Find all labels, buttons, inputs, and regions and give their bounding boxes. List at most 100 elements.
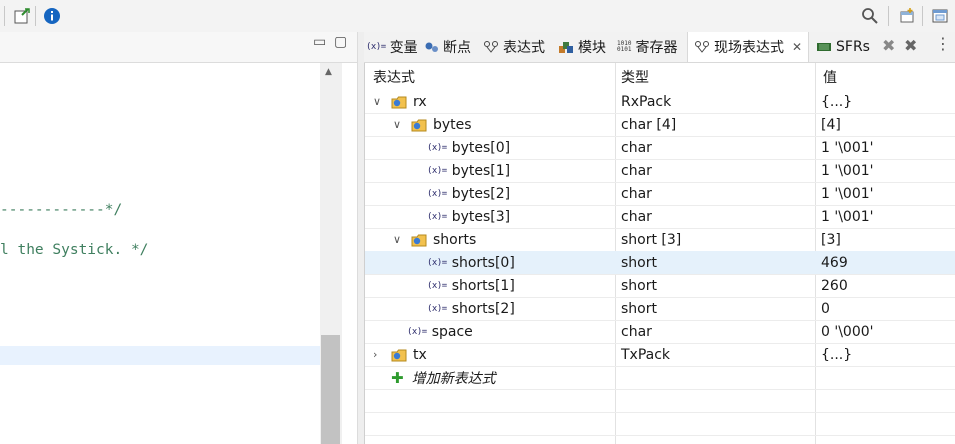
chevron-right-icon[interactable]: ›: [373, 343, 377, 366]
tree-row[interactable]: (x)= shorts[1] short 260: [365, 274, 955, 298]
tree-row[interactable]: (x)= shorts[2] short 0: [365, 297, 955, 321]
column-header-expression[interactable]: 表达式: [373, 63, 415, 90]
value-cell[interactable]: 1 '\001': [821, 182, 874, 205]
tab-label: 寄存器: [635, 40, 678, 56]
modules-icon: [558, 40, 574, 54]
window-icon[interactable]: [930, 6, 950, 26]
type-cell: char: [621, 208, 652, 225]
tree-row[interactable]: (x)= bytes[2] char 1 '\001': [365, 182, 955, 206]
variable-icon: (x)=: [427, 257, 447, 268]
type-cell: short: [621, 300, 657, 317]
search-icon[interactable]: [860, 6, 880, 26]
expression-cell: (x)= bytes[2]: [427, 182, 510, 205]
tab-label: 变量: [389, 40, 418, 56]
perspective-icon[interactable]: [897, 6, 917, 26]
column-header-type[interactable]: 类型: [621, 63, 649, 90]
tree-row[interactable]: (x)= space char 0 '\000': [365, 320, 955, 344]
code-editor[interactable]: ------------*/ l the Systick. */: [0, 63, 320, 444]
type-cell: TxPack: [621, 346, 671, 363]
chevron-down-icon[interactable]: ∨: [393, 113, 401, 136]
value-cell[interactable]: [3]: [821, 228, 841, 251]
view-menu-icon[interactable]: ⋮: [935, 34, 951, 53]
variable-icon: (x)=: [427, 211, 447, 222]
value-cell[interactable]: 1 '\001': [821, 205, 874, 228]
panel-divider[interactable]: [357, 32, 364, 444]
type-cell: short: [621, 277, 657, 294]
main-toolbar: [0, 0, 955, 33]
struct-icon: [411, 234, 427, 246]
variable-icon: (x)=: [427, 303, 447, 314]
remove-expression-icon[interactable]: ✖: [882, 36, 895, 55]
tab-modules[interactable]: 模块: [558, 32, 606, 62]
close-icon[interactable]: ✕: [792, 40, 802, 54]
tree-row[interactable]: (x)= bytes[0] char 1 '\001': [365, 136, 955, 160]
type-cell: char: [621, 139, 652, 156]
chevron-down-icon[interactable]: ∨: [373, 90, 381, 113]
expression-name: tx: [413, 346, 427, 363]
expression-name: bytes: [433, 116, 472, 133]
view-tabbar: (x)= 变量 断点 表达式 模块 1010 0101 寄存器 现场表达式 ✕ S…: [364, 32, 955, 63]
tree-row[interactable]: (x)= shorts[0] short 469: [365, 251, 955, 275]
value-cell[interactable]: {...}: [821, 343, 852, 366]
maximize-icon[interactable]: ▢: [334, 34, 347, 50]
tab-breakpoints[interactable]: 断点: [425, 32, 471, 62]
expression-name: shorts[0]: [451, 254, 515, 271]
live-expressions-table: 表达式 类型 值 ∨ rx RxPack {...} ∨ bytes char [4] [4]…: [364, 63, 955, 444]
value-cell[interactable]: [4]: [821, 113, 841, 136]
minimize-icon[interactable]: ▭: [313, 34, 326, 50]
tab-registers[interactable]: 1010 0101 寄存器: [617, 32, 677, 62]
tree-row[interactable]: ∨ bytes char [4] [4]: [365, 113, 955, 137]
info-icon[interactable]: [42, 6, 62, 26]
tab-label: 表达式: [503, 40, 545, 56]
toolbar-separator: [4, 6, 5, 26]
expression-name: rx: [413, 93, 427, 110]
value-cell[interactable]: 0: [821, 297, 830, 320]
type-cell: char: [621, 162, 652, 179]
add-expression-row[interactable]: ✚ 增加新表达式: [365, 366, 955, 390]
editor-scrollbar[interactable]: ▲: [320, 63, 342, 444]
value-cell[interactable]: 469: [821, 251, 848, 274]
value-cell[interactable]: 1 '\001': [821, 136, 874, 159]
tree-row[interactable]: ∨ rx RxPack {...}: [365, 90, 955, 114]
variable-icon: (x)=: [427, 280, 447, 291]
tab-expressions[interactable]: 表达式: [483, 32, 545, 62]
registers-icon: 1010 0101: [617, 40, 632, 53]
value-cell[interactable]: 1 '\001': [821, 159, 874, 182]
tree-row[interactable]: ∨ shorts short [3] [3]: [365, 228, 955, 252]
expression-cell: bytes: [411, 113, 472, 136]
tree-row[interactable]: › tx TxPack {...}: [365, 343, 955, 367]
tab-variables[interactable]: (x)= 变量: [366, 32, 418, 62]
toolbar-separator: [922, 6, 923, 26]
remove-all-icon[interactable]: ✖: [904, 36, 917, 55]
column-header-value[interactable]: 值: [823, 63, 837, 90]
expression-cell: (x)= shorts[2]: [427, 297, 515, 320]
expression-cell: shorts: [411, 228, 476, 251]
variable-icon: (x)=: [427, 142, 447, 153]
scrollbar-thumb[interactable]: [321, 335, 340, 444]
tree-row[interactable]: (x)= bytes[3] char 1 '\001': [365, 205, 955, 229]
value-cell[interactable]: 260: [821, 274, 848, 297]
live-expressions-icon: [694, 40, 710, 54]
expression-cell: (x)= shorts[1]: [427, 274, 515, 297]
struct-icon: [391, 96, 407, 108]
variable-icon: (x)=: [427, 165, 447, 176]
value-cell[interactable]: 0 '\000': [821, 320, 874, 343]
expression-cell: (x)= bytes[0]: [427, 136, 510, 159]
expression-name: shorts[2]: [451, 300, 515, 317]
toolbar-separator: [888, 6, 889, 26]
empty-row: [365, 412, 955, 436]
chevron-down-icon[interactable]: ∨: [393, 228, 401, 251]
type-cell: short [3]: [621, 231, 682, 248]
tree-row[interactable]: (x)= bytes[1] char 1 '\001': [365, 159, 955, 183]
tab-sfrs[interactable]: SFRs: [816, 32, 870, 62]
expression-name: bytes[0]: [451, 139, 511, 156]
pin-icon[interactable]: [12, 6, 32, 26]
value-cell[interactable]: {...}: [821, 90, 852, 113]
breakpoints-icon: [425, 41, 439, 53]
scroll-up-icon[interactable]: ▲: [325, 67, 332, 77]
expression-name: bytes[2]: [451, 185, 511, 202]
tab-live-expressions[interactable]: 现场表达式 ✕: [687, 32, 810, 62]
current-line-highlight: [0, 346, 320, 365]
variable-icon: (x)=: [427, 188, 447, 199]
type-cell: char: [621, 323, 652, 340]
